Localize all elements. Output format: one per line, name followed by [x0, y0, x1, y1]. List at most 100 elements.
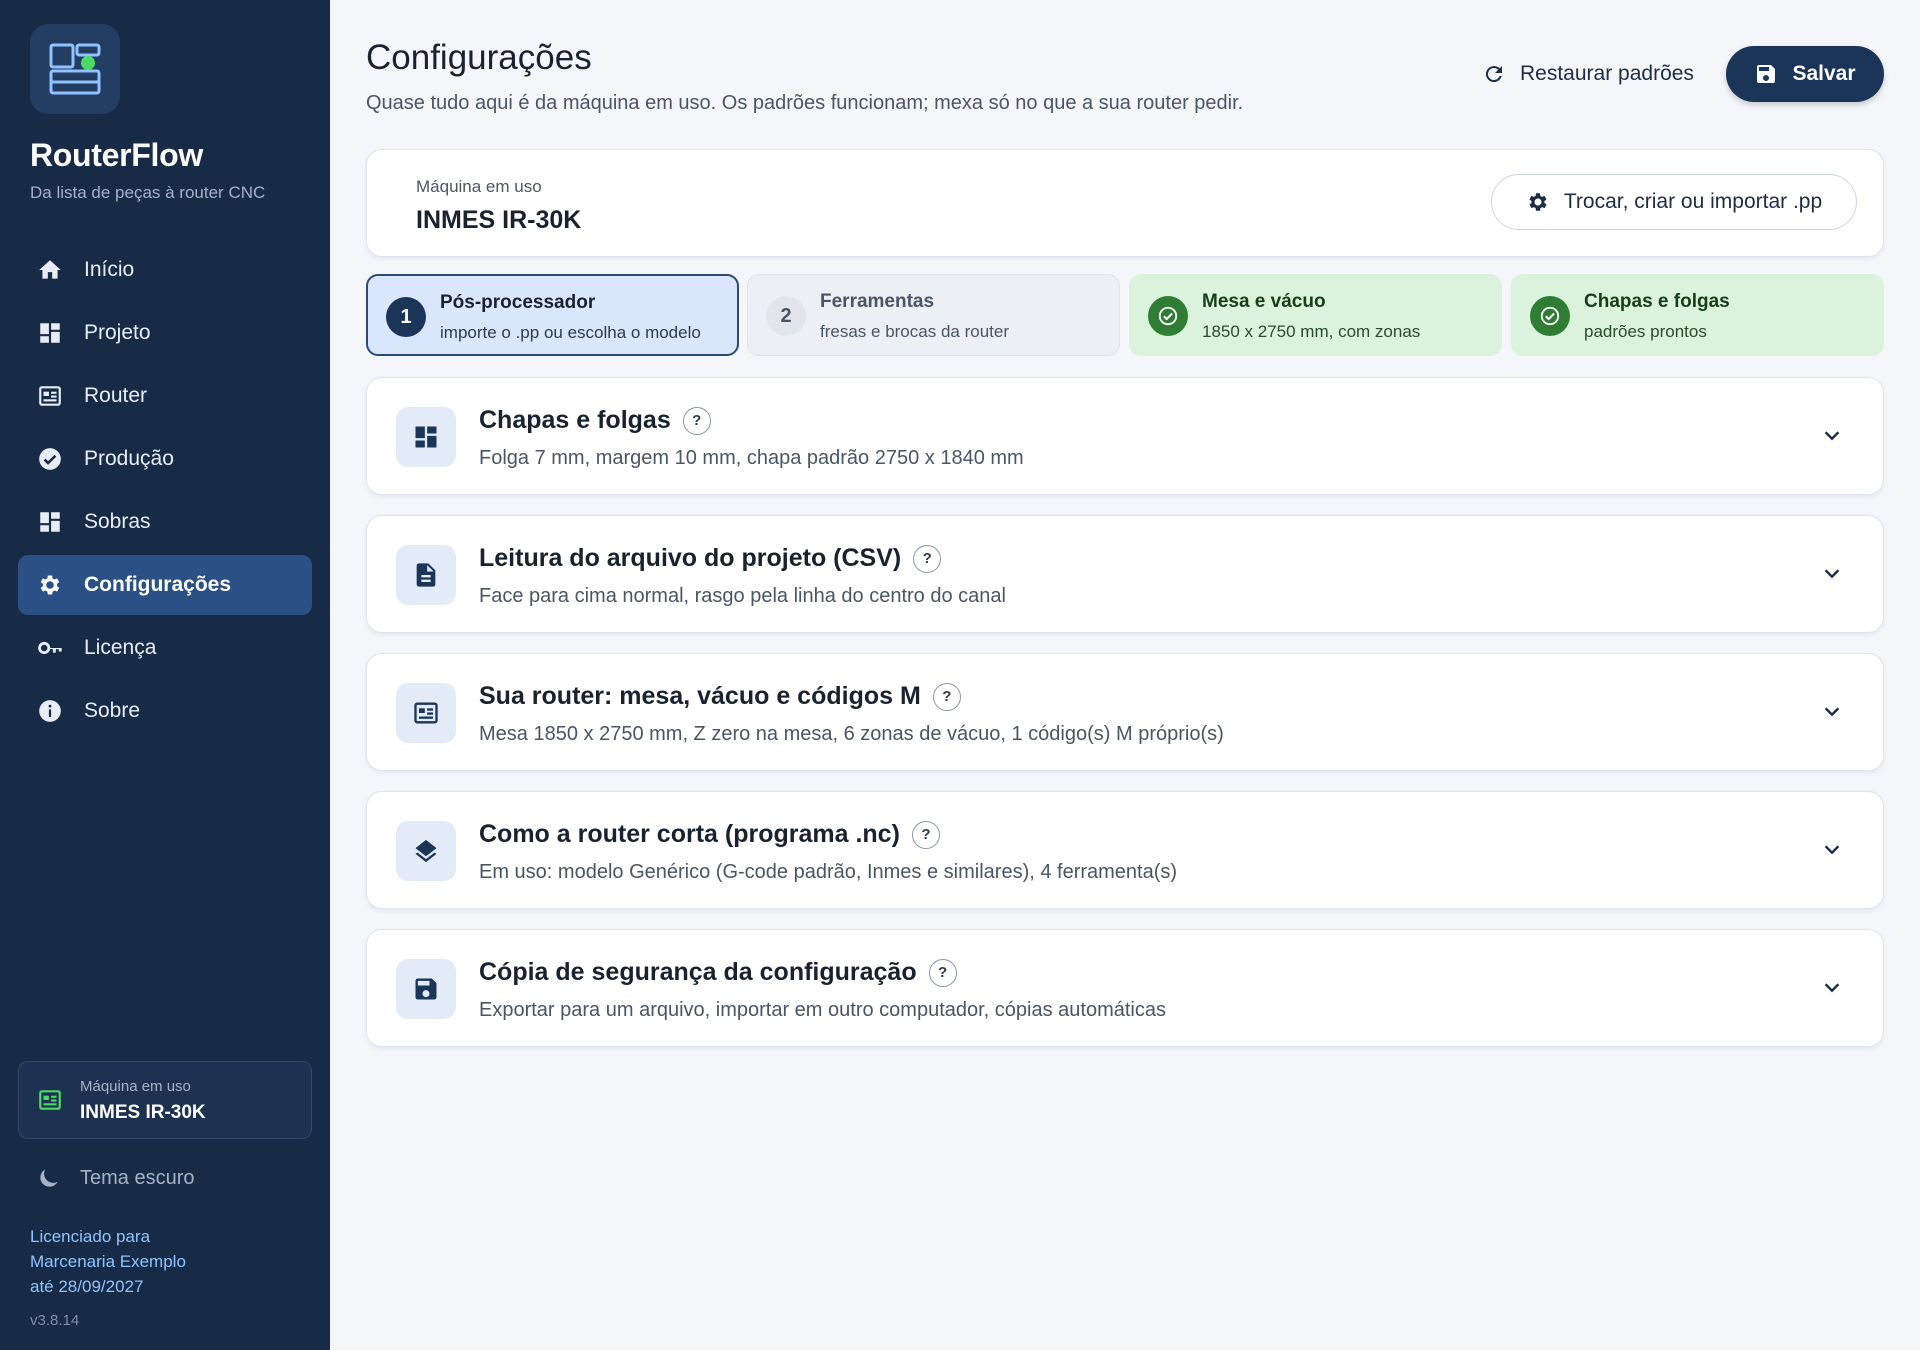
home-icon	[36, 256, 64, 284]
gear-icon	[36, 571, 64, 599]
check-circle-icon	[36, 445, 64, 473]
step-mesa-e-vacuo[interactable]: Mesa e vácuo 1850 x 2750 mm, com zonas	[1129, 274, 1502, 356]
step-pos-processador[interactable]: 1 Pós-processador importe o .pp ou escol…	[366, 274, 739, 356]
router-icon	[37, 1087, 63, 1118]
machine-value: INMES IR-30K	[80, 1102, 206, 1123]
step-title: Mesa e vácuo	[1202, 291, 1326, 312]
gear-icon	[1526, 190, 1550, 214]
sidebar-machine-status[interactable]: Máquina em uso INMES IR-30K	[18, 1061, 312, 1139]
swap-machine-label: Trocar, criar ou importar .pp	[1563, 190, 1823, 213]
app-version: v3.8.14	[30, 1312, 80, 1329]
step-chapas-e-folgas[interactable]: Chapas e folgas padrões prontos	[1511, 274, 1884, 356]
restore-defaults-label: Restaurar padrões	[1520, 62, 1694, 85]
swap-machine-button[interactable]: Trocar, criar ou importar .pp	[1491, 174, 1857, 230]
sidebar-item-label: Início	[84, 258, 135, 281]
section-title: Como a router corta (programa .nc) ?	[479, 820, 940, 849]
router-icon	[396, 683, 456, 743]
sidebar-item-label: Sobras	[84, 510, 151, 533]
check-icon	[1530, 296, 1570, 336]
license-info: Licenciado para Marcenaria Exemplo até 2…	[30, 1224, 186, 1299]
section-title: Leitura do arquivo do projeto (CSV) ?	[479, 544, 942, 573]
document-icon	[396, 545, 456, 605]
check-icon	[1148, 296, 1188, 336]
section-summary: Folga 7 mm, margem 10 mm, chapa padrão 2…	[479, 447, 1024, 469]
step-subtitle: 1850 x 2750 mm, com zonas	[1202, 322, 1421, 341]
section-summary: Exportar para um arquivo, importar em ou…	[479, 999, 1166, 1021]
section-chapas-e-folgas[interactable]: Chapas e folgas ? Folga 7 mm, margem 10 …	[366, 377, 1884, 495]
chevron-down-icon[interactable]	[1821, 424, 1843, 446]
sidebar-item-licenca[interactable]: Licença	[18, 618, 312, 678]
sidebar: RouterFlow Da lista de peças à router CN…	[0, 0, 330, 1350]
current-machine-card: Máquina em uso INMES IR-30K Trocar, cria…	[366, 149, 1884, 257]
theme-label: Tema escuro	[80, 1166, 195, 1189]
section-title: Chapas e folgas ?	[479, 406, 711, 435]
current-machine-value: INMES IR-30K	[416, 206, 582, 234]
help-icon[interactable]: ?	[911, 820, 940, 849]
section-title: Sua router: mesa, vácuo e códigos M ?	[479, 682, 961, 711]
chevron-down-icon[interactable]	[1821, 976, 1843, 998]
refresh-icon	[1482, 62, 1506, 86]
section-title-text: Chapas e folgas	[479, 406, 671, 434]
dashboard-icon	[396, 407, 456, 467]
chevron-down-icon[interactable]	[1821, 700, 1843, 722]
section-como-router-corta[interactable]: Como a router corta (programa .nc) ? Em …	[366, 791, 1884, 909]
section-title-text: Leitura do arquivo do projeto (CSV)	[479, 544, 902, 572]
main-content: Configurações Quase tudo aqui é da máqui…	[330, 0, 1920, 1350]
brand-name: RouterFlow	[30, 137, 203, 173]
sidebar-item-label: Router	[84, 384, 148, 407]
section-copia-de-seguranca[interactable]: Cópia de segurança da configuração ? Exp…	[366, 929, 1884, 1047]
save-button[interactable]: Salvar	[1726, 46, 1884, 102]
license-holder: Marcenaria Exemplo	[30, 1252, 186, 1271]
sidebar-item-configuracoes[interactable]: Configurações	[18, 555, 312, 615]
license-line: Licenciado para	[30, 1227, 151, 1246]
help-icon[interactable]: ?	[913, 544, 942, 573]
sidebar-nav: Início Projeto Router Produção Sobras Co…	[18, 240, 312, 744]
step-number-badge: 2	[766, 296, 806, 336]
step-number-badge: 1	[386, 297, 426, 337]
app-logo	[30, 24, 120, 114]
section-summary: Face para cima normal, rasgo pela linha …	[479, 585, 1006, 607]
router-icon	[36, 382, 64, 410]
sidebar-item-projeto[interactable]: Projeto	[18, 303, 312, 363]
key-icon	[36, 634, 64, 662]
section-summary: Mesa 1850 x 2750 mm, Z zero na mesa, 6 z…	[479, 723, 1224, 745]
sidebar-item-label: Sobre	[84, 699, 141, 722]
dashboard-icon	[36, 319, 64, 347]
page-title: Configurações	[366, 38, 592, 77]
current-machine-label: Máquina em uso	[416, 177, 542, 196]
info-icon	[36, 697, 64, 725]
chevron-down-icon[interactable]	[1821, 562, 1843, 584]
machine-label: Máquina em uso	[80, 1078, 191, 1095]
step-subtitle: padrões prontos	[1584, 322, 1707, 341]
sidebar-item-label: Produção	[84, 447, 174, 470]
section-leitura-csv[interactable]: Leitura do arquivo do projeto (CSV) ? Fa…	[366, 515, 1884, 633]
help-icon[interactable]: ?	[682, 406, 711, 435]
dashboard-icon	[36, 508, 64, 536]
setup-steps: 1 Pós-processador importe o .pp ou escol…	[366, 274, 1884, 356]
floppy-icon	[1754, 62, 1778, 86]
section-sua-router[interactable]: Sua router: mesa, vácuo e códigos M ? Me…	[366, 653, 1884, 771]
step-ferramentas[interactable]: 2 Ferramentas fresas e brocas da router	[747, 274, 1120, 356]
section-title: Cópia de segurança da configuração ?	[479, 958, 957, 987]
sidebar-item-inicio[interactable]: Início	[18, 240, 312, 300]
help-icon[interactable]: ?	[928, 958, 957, 987]
step-subtitle: fresas e brocas da router	[820, 322, 1009, 341]
sidebar-item-label: Licença	[84, 636, 157, 659]
sidebar-item-router[interactable]: Router	[18, 366, 312, 426]
brand-tagline: Da lista de peças à router CNC	[30, 183, 266, 202]
step-subtitle: importe o .pp ou escolha o modelo	[440, 323, 701, 342]
help-icon[interactable]: ?	[932, 682, 961, 711]
sidebar-item-producao[interactable]: Produção	[18, 429, 312, 489]
chevron-down-icon[interactable]	[1821, 838, 1843, 860]
dark-theme-toggle[interactable]: Tema escuro	[36, 1165, 195, 1191]
section-title-text: Como a router corta (programa .nc)	[479, 820, 900, 848]
section-summary: Em uso: modelo Genérico (G-code padrão, …	[479, 861, 1178, 883]
page-subtitle: Quase tudo aqui é da máquina em uso. Os …	[366, 92, 1244, 114]
license-expiry: até 28/09/2027	[30, 1277, 144, 1296]
section-title-text: Cópia de segurança da configuração	[479, 958, 917, 986]
sidebar-item-sobras[interactable]: Sobras	[18, 492, 312, 552]
section-title-text: Sua router: mesa, vácuo e códigos M	[479, 682, 921, 710]
floppy-icon	[396, 959, 456, 1019]
restore-defaults-button[interactable]: Restaurar padrões	[1470, 46, 1706, 102]
sidebar-item-sobre[interactable]: Sobre	[18, 681, 312, 741]
